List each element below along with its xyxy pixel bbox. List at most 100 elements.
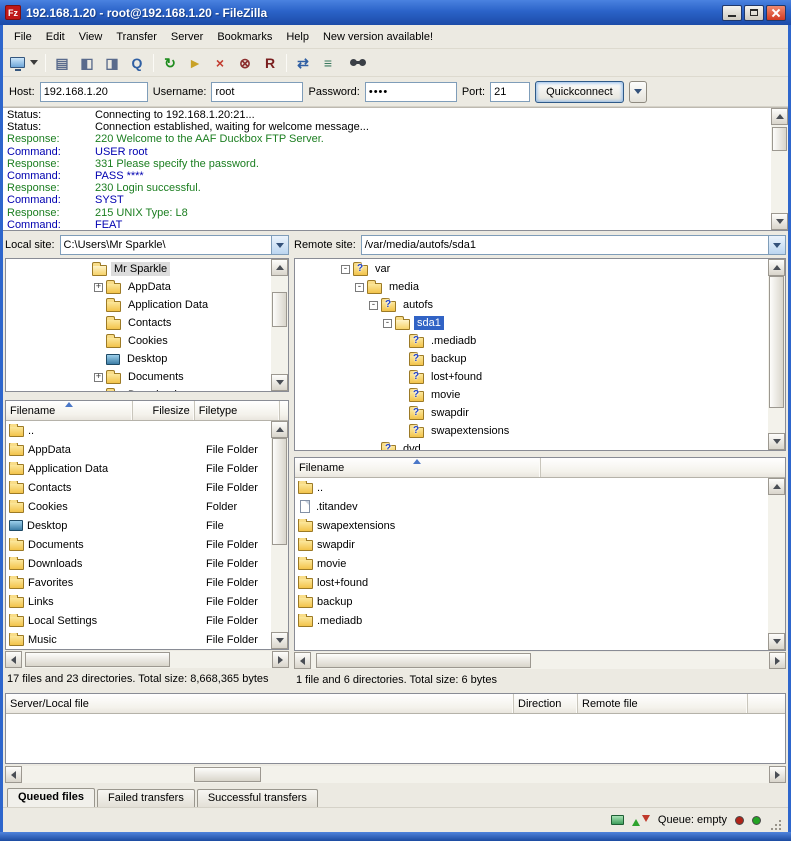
tree-item-backup[interactable]: backup [295,350,768,368]
scroll-left-button[interactable] [5,651,22,668]
scrollbar-track[interactable] [311,652,769,669]
tree-item-cookies[interactable]: Cookies [6,332,271,350]
file-row-appdata[interactable]: AppDataFile Folder [6,440,271,459]
scrollbar-track[interactable] [768,495,785,633]
scrollbar-track[interactable] [768,276,785,433]
local-site-dropdown-button[interactable] [271,236,288,254]
scroll-right-button[interactable] [769,766,786,783]
tree-item-media[interactable]: -media [295,278,768,296]
file-row-downloads[interactable]: DownloadsFile Folder [6,554,271,573]
scrollbar-thumb[interactable] [772,127,787,152]
tree-item-documents[interactable]: +Documents [6,368,271,386]
collapse-icon[interactable]: - [383,319,392,328]
title-bar[interactable]: Fz 192.168.1.20 - root@192.168.1.20 - Fi… [0,0,791,25]
column-header-direction[interactable]: Direction [514,694,578,713]
file-row-[interactable]: .. [295,478,768,497]
resize-grip[interactable] [769,818,783,832]
tree-item-var[interactable]: -var [295,260,768,278]
scroll-right-button[interactable] [272,651,289,668]
column-header-filename[interactable]: Filename [295,458,541,477]
collapse-icon[interactable]: - [369,301,378,310]
scrollbar-track[interactable] [22,651,272,668]
menu-item-bookmarks[interactable]: Bookmarks [210,28,279,46]
scroll-down-button[interactable] [271,374,288,391]
tree-item-mediadb[interactable]: .mediadb [295,332,768,350]
scroll-up-button[interactable] [771,108,788,125]
password-input[interactable] [365,82,457,102]
tab-successful-transfers[interactable]: Successful transfers [197,789,318,807]
menu-item-edit[interactable]: Edit [39,28,72,46]
remote-tree-scrollbar[interactable] [768,259,785,450]
maximize-button[interactable] [744,5,764,21]
scroll-down-button[interactable] [768,633,785,650]
minimize-button[interactable] [722,5,742,21]
quickconnect-dropdown-button[interactable] [629,81,647,103]
toggle-remote-tree-button[interactable]: ◨ [100,51,124,74]
tree-item-mr-sparkle[interactable]: Mr Sparkle [6,260,271,278]
queue-hscrollbar[interactable] [5,766,786,783]
close-button[interactable] [766,5,786,21]
scroll-up-button[interactable] [768,259,785,276]
toggle-message-log-button[interactable]: ▤ [50,51,74,74]
username-input[interactable] [211,82,303,102]
scrollbar-track[interactable] [771,125,788,213]
tree-item-contacts[interactable]: Contacts [6,314,271,332]
file-row-[interactable]: .. [6,421,271,440]
scroll-up-button[interactable] [271,421,288,438]
collapse-icon[interactable]: - [355,283,364,292]
scroll-down-button[interactable] [768,433,785,450]
menu-item-help[interactable]: Help [279,28,316,46]
splitter[interactable] [5,392,289,400]
site-manager-button[interactable] [7,51,41,74]
collapse-icon[interactable]: - [341,265,350,274]
quickconnect-button[interactable]: Quickconnect [535,81,624,103]
scrollbar-thumb[interactable] [25,652,170,667]
cancel-button[interactable]: × [208,51,232,74]
scroll-down-button[interactable] [271,632,288,649]
tab-failed-transfers[interactable]: Failed transfers [97,789,195,807]
tree-item-downloads[interactable]: Downloads [6,386,271,391]
column-header-remote-file[interactable]: Remote file [578,694,748,713]
scroll-left-button[interactable] [294,652,311,669]
scroll-down-button[interactable] [771,213,788,230]
file-row-documents[interactable]: DocumentsFile Folder [6,535,271,554]
file-row-application-data[interactable]: Application DataFile Folder [6,459,271,478]
file-row-lost-found[interactable]: lost+found [295,573,768,592]
local-site-combobox[interactable]: C:\Users\Mr Sparkle\ [60,235,289,255]
remote-site-combobox[interactable]: /var/media/autofs/sda1 [361,235,786,255]
menu-item-file[interactable]: File [7,28,39,46]
remote-site-dropdown-button[interactable] [768,236,785,254]
toggle-queue-button[interactable]: Q [125,51,149,74]
message-log-scrollbar[interactable] [771,108,788,230]
menu-item-view[interactable]: View [72,28,110,46]
menu-item-transfer[interactable]: Transfer [109,28,164,46]
tree-item-appdata[interactable]: +AppData [6,278,271,296]
tree-item-dvd[interactable]: dvd [295,440,768,450]
column-header-server-local-file[interactable]: Server/Local file [6,694,514,713]
host-input[interactable] [40,82,148,102]
scrollbar-track[interactable] [22,766,769,783]
remote-list-hscrollbar[interactable] [294,652,786,669]
column-header-filename[interactable]: Filename [6,401,133,420]
scrollbar-track[interactable] [271,438,288,632]
port-input[interactable] [490,82,530,102]
expand-icon[interactable]: + [94,373,103,382]
toggle-local-tree-button[interactable]: ◧ [75,51,99,74]
remote-list-scrollbar[interactable] [768,478,785,650]
process-queue-button[interactable]: ► [183,51,207,74]
scrollbar-thumb[interactable] [272,292,287,327]
file-row-titandev[interactable]: .titandev [295,497,768,516]
file-row-links[interactable]: LinksFile Folder [6,592,271,611]
tree-item-movie[interactable]: movie [295,386,768,404]
disconnect-button[interactable]: ⊗ [233,51,257,74]
menu-item-new-version-available[interactable]: New version available! [316,28,440,46]
server-status-icon[interactable] [611,815,624,825]
file-row-desktop[interactable]: DesktopFile [6,516,271,535]
file-row-local-settings[interactable]: Local SettingsFile Folder [6,611,271,630]
find-files-button[interactable] [341,51,365,74]
file-row-swapextensions[interactable]: swapextensions [295,516,768,535]
tree-item-desktop[interactable]: Desktop [6,350,271,368]
scrollbar-thumb[interactable] [316,653,531,668]
menu-item-server[interactable]: Server [164,28,210,46]
scrollbar-thumb[interactable] [194,767,261,782]
